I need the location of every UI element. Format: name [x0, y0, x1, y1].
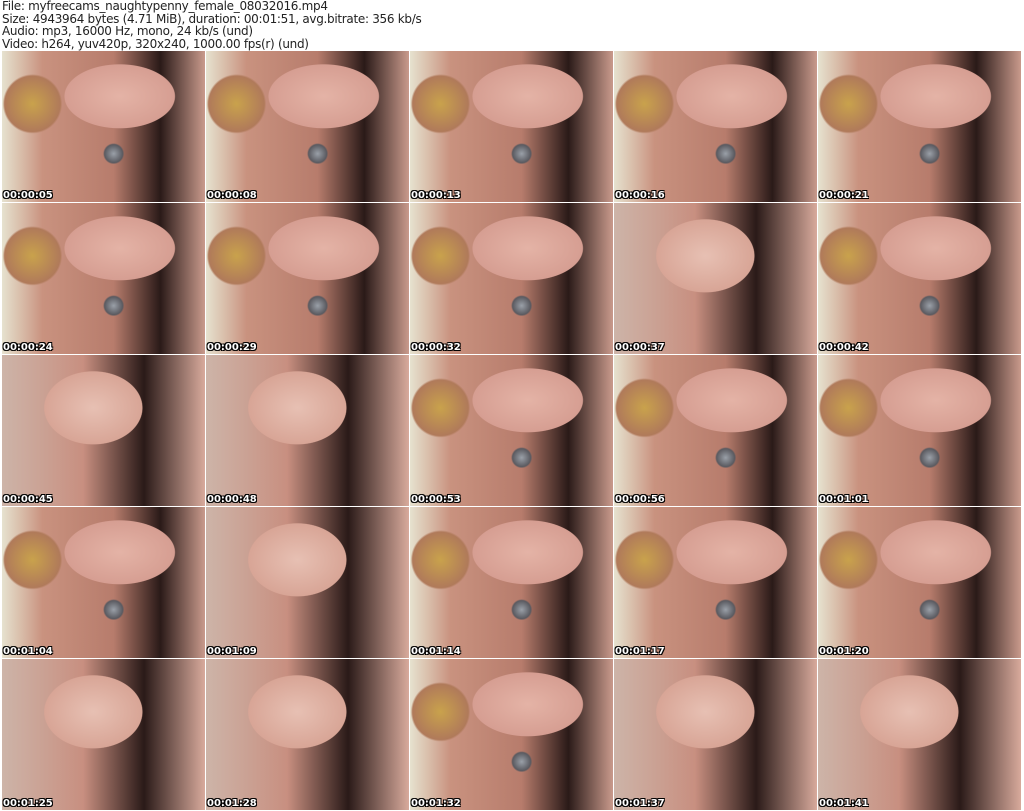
- thumbnail-timestamp: 00:00:32: [411, 342, 461, 353]
- video-thumbnail: 00:01:28: [206, 659, 409, 810]
- thumbnail-timestamp: 00:00:48: [207, 494, 257, 505]
- video-thumbnail: 00:01:01: [818, 355, 1021, 506]
- thumbnail-timestamp: 00:01:25: [3, 798, 53, 809]
- thumbnail-timestamp: 00:00:05: [3, 190, 53, 201]
- thumbnail-timestamp: 00:01:41: [819, 798, 869, 809]
- thumbnail-timestamp: 00:00:08: [207, 190, 257, 201]
- video-thumbnail: 00:00:56: [614, 355, 817, 506]
- video-thumbnail: 00:01:04: [2, 507, 205, 658]
- video-thumbnail: 00:00:29: [206, 203, 409, 354]
- thumbnail-timestamp: 00:00:56: [615, 494, 665, 505]
- thumbnail-timestamp: 00:00:53: [411, 494, 461, 505]
- video-thumbnail: 00:00:05: [2, 51, 205, 202]
- thumbnail-timestamp: 00:01:28: [207, 798, 257, 809]
- video-thumbnail: 00:00:32: [410, 203, 613, 354]
- audio-info: Audio: mp3, 16000 Hz, mono, 24 kb/s (und…: [2, 24, 253, 38]
- thumbnail-timestamp: 00:00:16: [615, 190, 665, 201]
- thumbnail-grid: 00:00:05 00:00:08 00:00:13 00:00:16 00:00:21…: [2, 51, 1021, 810]
- video-thumbnail: 00:00:21: [818, 51, 1021, 202]
- video-thumbnail: 00:01:09: [206, 507, 409, 658]
- thumbnail-timestamp: 00:00:37: [615, 342, 665, 353]
- video-thumbnail: 00:01:20: [818, 507, 1021, 658]
- thumbnail-timestamp: 00:00:13: [411, 190, 461, 201]
- thumbnail-timestamp: 00:01:37: [615, 798, 665, 809]
- video-thumbnail: 00:00:13: [410, 51, 613, 202]
- video-thumbnail: 00:00:24: [2, 203, 205, 354]
- video-thumbnail: 00:01:14: [410, 507, 613, 658]
- video-thumbnail: 00:00:37: [614, 203, 817, 354]
- file-info-header: File: myfreecams_naughtypenny_female_080…: [2, 0, 422, 51]
- thumbnail-timestamp: 00:01:17: [615, 646, 665, 657]
- video-thumbnail: 00:01:17: [614, 507, 817, 658]
- video-thumbnail: 00:00:16: [614, 51, 817, 202]
- thumbnail-timestamp: 00:01:09: [207, 646, 257, 657]
- thumbnail-timestamp: 00:01:20: [819, 646, 869, 657]
- video-thumbnail: 00:01:37: [614, 659, 817, 810]
- video-thumbnail: 00:01:25: [2, 659, 205, 810]
- thumbnail-timestamp: 00:00:45: [3, 494, 53, 505]
- video-thumbnail: 00:00:45: [2, 355, 205, 506]
- video-thumbnail: 00:00:42: [818, 203, 1021, 354]
- video-thumbnail: 00:00:48: [206, 355, 409, 506]
- thumbnail-timestamp: 00:00:21: [819, 190, 869, 201]
- video-thumbnail: 00:00:53: [410, 355, 613, 506]
- thumbnail-timestamp: 00:01:01: [819, 494, 869, 505]
- thumbnail-timestamp: 00:00:29: [207, 342, 257, 353]
- thumbnail-timestamp: 00:00:24: [3, 342, 53, 353]
- file-name: File: myfreecams_naughtypenny_female_080…: [2, 0, 328, 13]
- video-thumbnail: 00:01:41: [818, 659, 1021, 810]
- thumbnail-timestamp: 00:01:04: [3, 646, 53, 657]
- video-info: Video: h264, yuv420p, 320x240, 1000.00 f…: [2, 36, 309, 51]
- thumbnail-timestamp: 00:00:42: [819, 342, 869, 353]
- thumbnail-timestamp: 00:01:32: [411, 798, 461, 809]
- video-thumbnail: 00:01:32: [410, 659, 613, 810]
- thumbnail-timestamp: 00:01:14: [411, 646, 461, 657]
- video-thumbnail: 00:00:08: [206, 51, 409, 202]
